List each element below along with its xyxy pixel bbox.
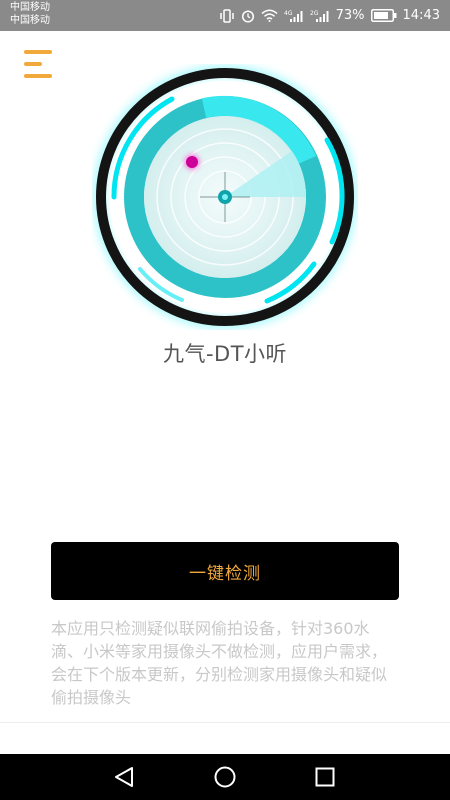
status-icons: 4G 2G 73% 14:43 bbox=[219, 0, 440, 31]
signal-4g-icon: 4G bbox=[284, 9, 304, 23]
svg-text:4G: 4G bbox=[284, 10, 293, 17]
app-title: 九气-DT小听 bbox=[162, 342, 288, 366]
battery-icon bbox=[370, 9, 397, 22]
signal-2g-icon: 2G bbox=[310, 9, 330, 23]
radar-scanner-icon bbox=[92, 64, 358, 330]
status-bar: 中国移动 中国移动 4G 2G 73% 14:43 bbox=[0, 0, 450, 31]
alarm-icon bbox=[241, 9, 255, 23]
battery-percent: 73% bbox=[335, 8, 365, 23]
app-description: 本应用只检测疑似联网偷拍设备，针对360水滴、小米等家用摄像头不做检测，应用户需… bbox=[51, 619, 388, 707]
hamburger-menu-icon[interactable] bbox=[22, 47, 54, 81]
svg-text:2G: 2G bbox=[310, 10, 319, 17]
clock-time: 14:43 bbox=[402, 8, 440, 23]
recent-apps-icon[interactable] bbox=[313, 765, 337, 789]
divider bbox=[0, 722, 450, 723]
system-nav-bar bbox=[0, 754, 450, 800]
carrier-label-1: 中国移动 bbox=[10, 2, 50, 13]
carrier-label-2: 中国移动 bbox=[10, 15, 50, 26]
home-circle-icon[interactable] bbox=[213, 765, 237, 789]
back-triangle-icon[interactable] bbox=[112, 765, 136, 789]
vibrate-icon bbox=[219, 8, 235, 23]
wifi-icon bbox=[261, 9, 278, 22]
one-click-detect-button[interactable]: 一键检测 bbox=[51, 542, 399, 600]
